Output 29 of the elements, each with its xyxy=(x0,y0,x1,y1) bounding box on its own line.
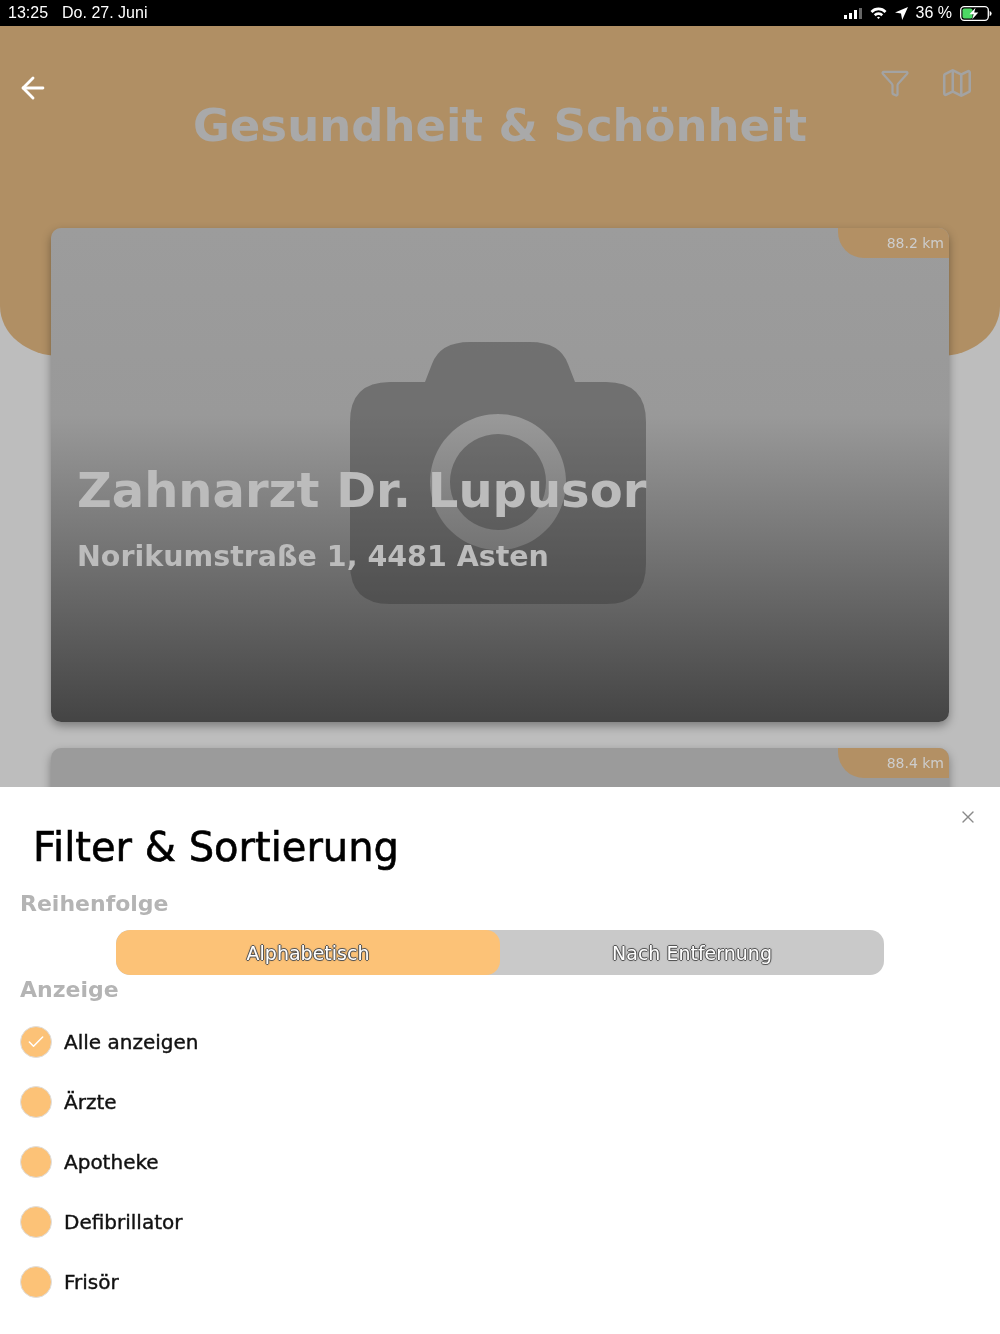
section-label: Reihenfolge xyxy=(19,891,170,917)
location-arrow-icon xyxy=(894,6,908,20)
checkbox[interactable] xyxy=(20,1266,52,1298)
checkbox-label[interactable]: Defibrillator xyxy=(64,1210,183,1234)
status-time: 13:25 xyxy=(8,4,49,22)
place-address: Norikumstraße 1, 4481 Asten xyxy=(77,539,550,574)
sort-option-tab[interactable]: Nach Entfernung xyxy=(500,930,884,975)
place-name: Zahnarzt Dr. Lupusor xyxy=(77,462,648,520)
checkbox-label[interactable]: Ärzte xyxy=(64,1090,117,1114)
status-date: Do. 27. Juni xyxy=(62,4,148,22)
place-card[interactable]: Zahnarzt Dr. Lupusor Norikumstraße 1, 4481 Asten 88.2 km xyxy=(51,228,949,722)
filter-icon[interactable] xyxy=(880,68,910,98)
checkbox-label[interactable]: Apotheke xyxy=(64,1150,159,1174)
checkbox[interactable] xyxy=(20,1206,52,1238)
map-icon[interactable] xyxy=(940,66,974,100)
checkbox[interactable] xyxy=(20,1146,52,1178)
distance-badge: 88.2 km xyxy=(838,228,949,258)
signal-icon xyxy=(843,7,862,19)
distance-badge: 88.4 km xyxy=(838,748,949,778)
checkbox-label[interactable]: Alle anzeigen xyxy=(64,1030,199,1054)
section-label: Anzeige xyxy=(19,977,120,1003)
checkbox[interactable] xyxy=(20,1086,52,1118)
sheet-title: Filter & Sortierung xyxy=(33,823,400,871)
page-title: Gesundheit & Schönheit xyxy=(191,99,809,153)
battery-percent: 36 % xyxy=(915,4,952,22)
checkbox-label[interactable]: Frisör xyxy=(64,1270,119,1294)
checkbox[interactable] xyxy=(20,1026,52,1058)
wifi-icon xyxy=(869,7,887,19)
battery-icon xyxy=(960,5,992,21)
